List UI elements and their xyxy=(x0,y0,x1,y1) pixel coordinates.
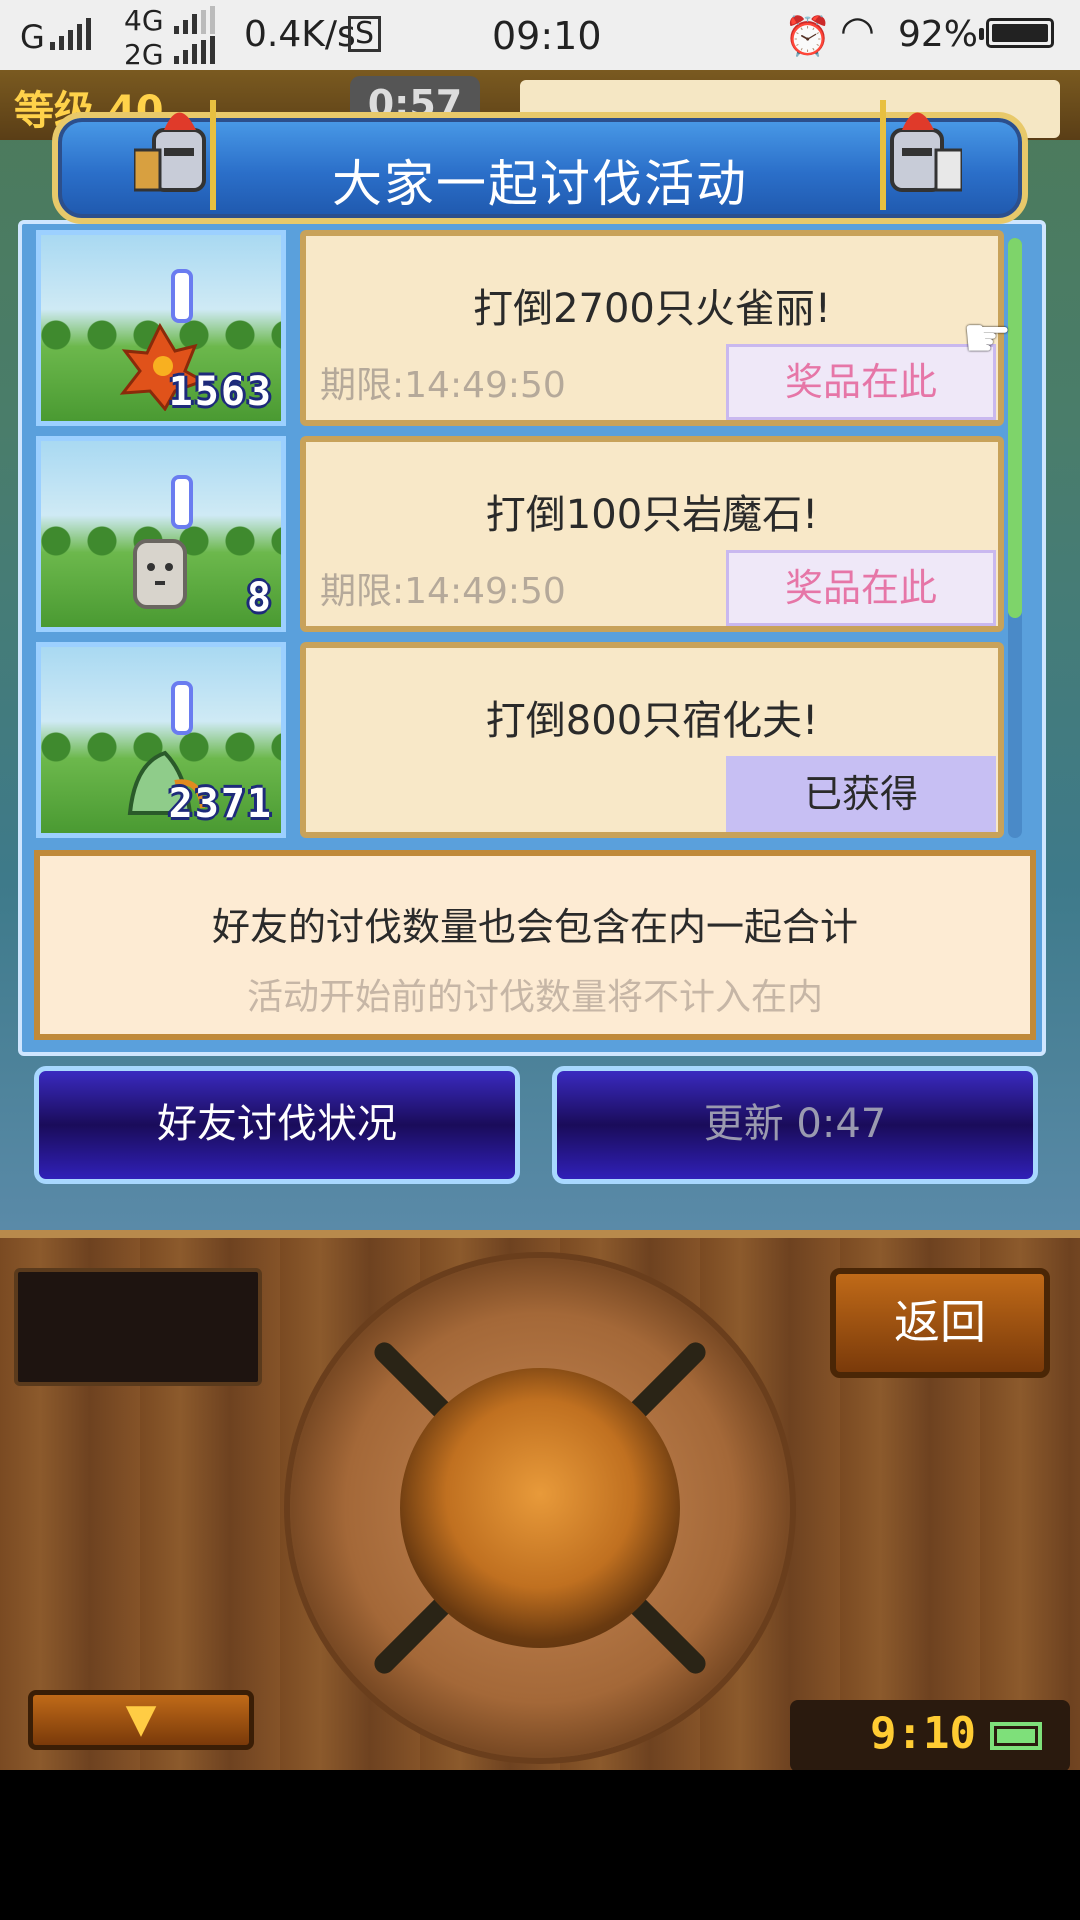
scrollbar-thumb[interactable] xyxy=(1008,238,1022,618)
back-button[interactable]: 返回 xyxy=(830,1268,1050,1378)
refresh-button[interactable]: 更新 0:47 xyxy=(552,1066,1038,1184)
sub-screen xyxy=(14,1268,262,1386)
info-line-2: 活动开始前的讨伐数量将不计入在内 xyxy=(246,977,823,1018)
quest-list[interactable]: 1563 打倒2700只火雀丽! 期限:14:49:50 奖品在此 8 打倒10… xyxy=(36,230,1006,840)
quest-deadline: 期限:14:49:50 xyxy=(320,571,566,612)
monster-thumbnail: 1563 xyxy=(36,230,286,426)
info-line-1: 好友的讨伐数量也会包含在内一起合计 xyxy=(211,905,858,949)
battery-icon xyxy=(986,18,1054,48)
obtained-badge: 已获得 xyxy=(726,756,996,832)
signal-icon xyxy=(50,18,91,50)
down-arrow-button[interactable]: ▼ xyxy=(28,1690,254,1750)
quest-target: 打倒800只宿化夫! xyxy=(485,698,819,744)
game-clock: 9:10 xyxy=(870,1708,976,1759)
kill-count: 8 xyxy=(246,575,273,621)
quest-card: 打倒800只宿化夫! 已获得 xyxy=(300,642,1004,838)
battery-tip xyxy=(979,28,984,40)
monster-thumbnail: 2371 xyxy=(36,642,286,838)
quest-card: 打倒2700只火雀丽! 期限:14:49:50 奖品在此 xyxy=(300,230,1004,426)
prize-button[interactable]: 奖品在此 xyxy=(726,344,996,420)
carrier-label: G xyxy=(20,18,45,56)
bottom-bar xyxy=(0,1770,1080,1920)
rock-golem-monster-icon xyxy=(133,539,187,609)
game-clock-box: 9:10 xyxy=(790,1700,1070,1772)
quest-row: 8 打倒100只岩魔石! 期限:14:49:50 奖品在此 xyxy=(36,436,1006,636)
dpad-center-button[interactable] xyxy=(400,1368,680,1648)
quest-card: 打倒100只岩魔石! 期限:14:49:50 奖品在此 xyxy=(300,436,1004,632)
signal-4g-icon xyxy=(174,6,215,34)
knight-icon xyxy=(880,100,962,210)
event-panel: 1563 打倒2700只火雀丽! 期限:14:49:50 奖品在此 8 打倒10… xyxy=(18,220,1046,1056)
status-bar: G 4G 2G 0.4K/s S 09:10 ⏰ ◠ 92% xyxy=(0,0,1080,71)
quest-row: 2371 打倒800只宿化夫! 已获得 xyxy=(36,642,1006,840)
friend-status-button[interactable]: 好友讨伐状况 xyxy=(34,1066,520,1184)
hand-pointer-icon: ☚ xyxy=(962,306,1013,371)
wifi-icon: ◠ xyxy=(840,8,875,54)
title-banner: 大家一起讨伐活动 xyxy=(52,100,1028,224)
kill-count: 1563 xyxy=(168,369,273,415)
monster-thumbnail: 8 xyxy=(36,436,286,632)
network-speed: 0.4K/s xyxy=(244,14,356,55)
battery-percent: 92% xyxy=(898,14,979,55)
kill-count: 2371 xyxy=(168,781,273,827)
network-2g-label: 2G xyxy=(124,38,164,71)
exclamation-icon xyxy=(171,475,193,529)
exclamation-icon xyxy=(171,681,193,735)
clock-time: 09:10 xyxy=(492,14,602,58)
alarm-icon: ⏰ xyxy=(784,14,832,58)
quest-target: 打倒2700只火雀丽! xyxy=(473,286,831,332)
dpad[interactable] xyxy=(290,1258,790,1758)
network-4g-label: 4G xyxy=(124,4,164,37)
info-box: 好友的讨伐数量也会包含在内一起合计 活动开始前的讨伐数量将不计入在内 xyxy=(34,850,1036,1040)
quest-deadline: 期限:14:49:50 xyxy=(320,365,566,406)
storage-icon: S xyxy=(348,16,382,52)
prize-button[interactable]: 奖品在此 xyxy=(726,550,996,626)
exclamation-icon xyxy=(171,269,193,323)
signal-2g-icon xyxy=(174,36,215,64)
quest-target: 打倒100只岩魔石! xyxy=(485,492,819,538)
battery-icon xyxy=(990,1722,1042,1750)
quest-row: 1563 打倒2700只火雀丽! 期限:14:49:50 奖品在此 xyxy=(36,230,1006,430)
virtual-controller: 返回 ▼ 9:10 xyxy=(0,1230,1080,1778)
